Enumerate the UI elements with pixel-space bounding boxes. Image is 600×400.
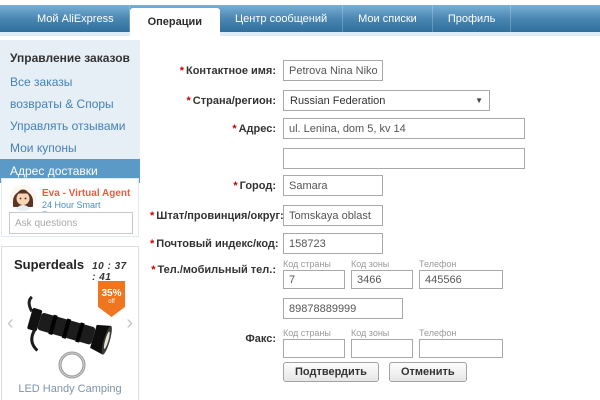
confirm-button[interactable]: Подтвердить <box>283 362 379 382</box>
product-image-flashlight[interactable] <box>14 291 128 381</box>
nav-bottom-strip <box>0 32 600 36</box>
required-marker: * <box>187 95 191 107</box>
country-select[interactable]: Russian Federation ▼ <box>283 90 490 111</box>
province-label: *Штат/провинция/округ: <box>150 205 283 222</box>
phone-country-code-label: Код страны <box>283 259 345 269</box>
phone-area-code-label: Код зоны <box>351 259 413 269</box>
sidebar-item-refunds-disputes[interactable]: возвраты & Споры <box>0 93 140 115</box>
sidebar: Управление заказов Все заказы возвраты &… <box>0 40 140 183</box>
ask-questions-input[interactable] <box>9 212 133 234</box>
phone-label: *Тел./мобильный тел.: <box>150 259 283 276</box>
product-name[interactable]: LED Handy Camping <box>2 383 138 395</box>
carousel-prev-icon[interactable]: ‹ <box>7 313 14 333</box>
province-row: *Штат/провинция/округ: <box>150 205 595 226</box>
superdeals-card: Superdeals 10 : 37 : 41 35% off ‹ › LED … <box>1 246 139 400</box>
country-label: *Страна/регион: <box>150 90 283 107</box>
address-line1-input[interactable] <box>283 118 525 139</box>
address-row: *Адрес: <box>150 118 595 169</box>
province-input[interactable] <box>283 205 383 226</box>
superdeals-countdown: 10 : 37 : 41 <box>92 261 128 283</box>
top-navigation: Мой AliExpress Операции Центр сообщений … <box>0 5 600 32</box>
superdeals-title: Superdeals <box>14 257 84 272</box>
mobile-number-input[interactable] <box>283 298 403 319</box>
fax-area-code-input[interactable] <box>351 339 413 358</box>
contact-name-row: *Контактное имя: <box>150 60 595 81</box>
agent-name: Eva - Virtual Agent <box>42 188 130 199</box>
sidebar-item-my-coupons[interactable]: Мои купоны <box>0 137 140 159</box>
city-input[interactable] <box>283 175 383 196</box>
fax-row: Факс: Код страны Код зоны Телефон <box>150 328 595 358</box>
required-marker: * <box>233 180 237 192</box>
address-line2-input[interactable] <box>283 148 525 169</box>
fax-area-code-label: Код зоны <box>351 328 413 338</box>
phone-row: *Тел./мобильный тел.: Код страны Код зон… <box>150 259 595 319</box>
zip-row: *Почтовый индекс/код: <box>150 233 595 254</box>
fax-country-code-label: Код страны <box>283 328 345 338</box>
required-marker: * <box>150 238 154 250</box>
actions-spacer <box>150 362 283 367</box>
tab-profile[interactable]: Профиль <box>433 5 512 32</box>
phone-country-code-input[interactable] <box>283 270 345 289</box>
agent-avatar <box>10 185 36 211</box>
zip-label: *Почтовый индекс/код: <box>150 233 283 250</box>
fax-number-label: Телефон <box>419 328 503 338</box>
sidebar-item-all-orders[interactable]: Все заказы <box>0 71 140 93</box>
phone-area-code-input[interactable] <box>351 270 413 289</box>
fax-label: Факс: <box>150 328 283 345</box>
sidebar-item-manage-feedback[interactable]: Управлять отзывами <box>0 115 140 137</box>
required-marker: * <box>232 123 236 135</box>
tab-my-lists[interactable]: Мои списки <box>343 5 433 32</box>
required-marker: * <box>150 210 154 222</box>
zip-input[interactable] <box>283 233 383 254</box>
city-label: *Город: <box>150 175 283 192</box>
virtual-agent-widget: Eva - Virtual Agent 24 Hour Smart Respon… <box>1 178 139 237</box>
tab-my-aliexpress[interactable]: Мой AliExpress <box>22 5 130 32</box>
cancel-button[interactable]: Отменить <box>389 362 467 382</box>
required-marker: * <box>151 264 155 276</box>
tab-message-center[interactable]: Центр сообщений <box>220 5 343 32</box>
fax-country-code-input[interactable] <box>283 339 345 358</box>
tab-operations[interactable]: Операции <box>130 8 220 36</box>
address-form: *Контактное имя: *Страна/регион: Russian… <box>150 60 595 382</box>
sidebar-header-order-management: Управление заказов <box>0 44 140 71</box>
chevron-down-icon: ▼ <box>475 96 483 105</box>
contact-name-input[interactable] <box>283 60 383 81</box>
phone-number-input[interactable] <box>419 270 503 289</box>
fax-number-input[interactable] <box>419 339 503 358</box>
contact-name-label: *Контактное имя: <box>150 60 283 77</box>
country-row: *Страна/регион: Russian Federation ▼ <box>150 90 595 111</box>
country-selected-value: Russian Federation <box>290 95 385 107</box>
phone-number-label: Телефон <box>419 259 503 269</box>
address-label: *Адрес: <box>150 118 283 135</box>
required-marker: * <box>180 65 184 77</box>
carousel-next-icon[interactable]: › <box>126 313 133 333</box>
city-row: *Город: <box>150 175 595 196</box>
form-actions-row: Подтвердить Отменить <box>150 362 595 382</box>
